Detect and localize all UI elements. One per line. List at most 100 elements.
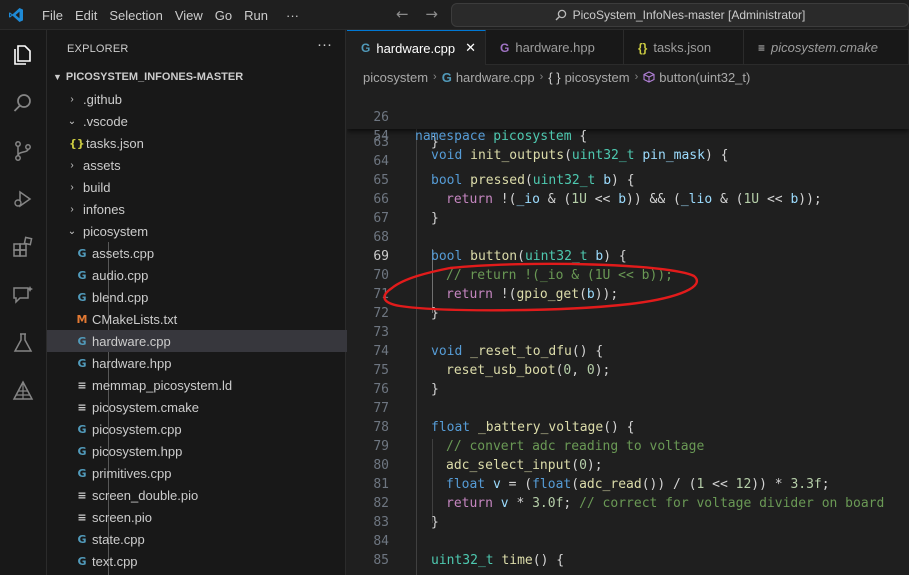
tree-item[interactable]: Ghardware.cpp (47, 330, 373, 352)
breadcrumb-file[interactable]: hardware.cpp (456, 70, 535, 85)
breadcrumb-symbol[interactable]: button(uint32_t) (659, 70, 750, 85)
line-number: 72 (373, 306, 389, 321)
back-arrow-icon[interactable]: ← (396, 5, 409, 23)
line-number: 84 (373, 534, 389, 549)
tree-item[interactable]: {} tasks.json (47, 132, 367, 154)
search-icon (555, 9, 566, 21)
cpp-file-icon: G (441, 69, 452, 85)
tab-hardware-hpp[interactable]: G hardware.hpp (486, 30, 624, 65)
explorer-icon[interactable] (11, 43, 35, 67)
menu-file[interactable]: File (36, 8, 69, 23)
cpp-file-icon: G (77, 356, 87, 370)
deploy-icon[interactable] (11, 379, 35, 403)
code-line: } (431, 306, 439, 321)
tree-item-label: screen_double.pio (92, 487, 199, 503)
tree-item-label: build (83, 179, 111, 195)
cpp-file-icon: G (77, 554, 87, 568)
tree-item[interactable]: Gpicosystem.cpp (47, 418, 373, 440)
tree-item[interactable]: › infones (47, 198, 365, 220)
tree-item[interactable]: ≡ screen.pio (47, 506, 373, 528)
tree-item-label: state.cpp (92, 531, 145, 547)
tree-item[interactable]: ≡ screen_double.pio (47, 484, 373, 506)
cpp-file-icon: G (77, 444, 87, 458)
code-line: float _battery_voltage() { (431, 420, 635, 435)
line-number: 71 (373, 287, 389, 302)
tree-item[interactable]: M CMakeLists.txt (47, 308, 373, 330)
breadcrumb-namespace[interactable]: picosystem (565, 70, 630, 85)
tab-tasks-json[interactable]: {} tasks.json (624, 30, 744, 65)
text-file-icon: ≡ (77, 400, 87, 414)
code-line: return !(gpio_get(b)); (446, 287, 619, 302)
menu-more[interactable]: ··· (280, 8, 305, 23)
extensions-icon[interactable] (11, 235, 35, 259)
code-line: uint32_t time() { (431, 553, 565, 568)
menu-view[interactable]: View (169, 8, 209, 23)
menu-edit[interactable]: Edit (69, 8, 103, 23)
tree-item-label: picosystem.cmake (92, 399, 199, 415)
tab-label: tasks.json (653, 40, 712, 55)
search-icon[interactable] (11, 91, 35, 115)
line-number-current: 69 (373, 249, 389, 264)
line-number: 77 (373, 401, 389, 416)
chevron-right-icon: › (634, 71, 639, 83)
chevron-right-icon: › (70, 159, 74, 171)
tab-picosystem-cmake[interactable]: ≡ picosystem.cmake (744, 30, 909, 65)
tree-item[interactable]: › .github (47, 88, 365, 110)
explorer-title: EXPLORER (67, 43, 129, 55)
editor-tabs: G hardware.cpp ✕ G hardware.hpp {} tasks… (347, 30, 909, 65)
tab-hardware-cpp[interactable]: G hardware.cpp ✕ (347, 30, 486, 65)
code-editor[interactable]: 26 namespace picosystem { 54 void init_o… (347, 89, 909, 575)
line-number: 80 (373, 458, 389, 473)
menu-go[interactable]: Go (209, 8, 238, 23)
menu-selection[interactable]: Selection (103, 8, 168, 23)
run-debug-icon[interactable] (11, 187, 35, 211)
sticky-scroll[interactable]: 26 namespace picosystem { 54 void init_o… (347, 89, 909, 163)
explorer-more-icon[interactable]: ··· (317, 36, 332, 53)
text-file-icon: ≡ (77, 510, 87, 524)
command-center-search[interactable]: PicoSystem_InfoNes-master [Administrator… (451, 3, 909, 27)
code-line: } (431, 382, 439, 397)
text-file-icon: ≡ (77, 488, 87, 502)
forward-arrow-icon[interactable]: → (425, 5, 438, 23)
line-number: 70 (373, 268, 389, 283)
cpp-file-icon: G (77, 246, 87, 260)
breadcrumb-folder[interactable]: picosystem (363, 70, 428, 85)
tree-item-label: picosystem.cpp (92, 421, 182, 437)
close-icon[interactable]: ✕ (465, 40, 476, 56)
tree-item[interactable]: Gblend.cpp (47, 286, 373, 308)
tree-item[interactable]: Ghardware.hpp (47, 352, 373, 374)
tree-item-label: assets (83, 157, 121, 173)
activity-bar (0, 30, 47, 575)
hpp-file-icon: G (500, 40, 510, 55)
tree-item[interactable]: Gassets.cpp (47, 242, 373, 264)
tree-item[interactable]: ≡ memmap_picosystem.ld (47, 374, 373, 396)
tree-item[interactable]: › build (47, 176, 365, 198)
code-line: float v = (float(adc_read()) / (1 << 12)… (446, 477, 830, 492)
tree-item-label: .vscode (83, 113, 128, 129)
code-line: return v * 3.0f; // correct for voltage … (446, 496, 885, 511)
source-control-icon[interactable] (11, 139, 35, 163)
code-line: bool pressed(uint32_t b) { (431, 173, 635, 188)
tree-item-label: audio.cpp (92, 267, 149, 283)
tree-item[interactable]: › assets (47, 154, 365, 176)
testing-flask-icon[interactable] (11, 331, 35, 355)
tree-item[interactable]: Gtext.cpp (47, 550, 373, 572)
cpp-file-icon: G (77, 466, 87, 480)
tree-item-label: picosystem.hpp (92, 443, 183, 459)
tree-item[interactable]: Gprimitives.cpp (47, 462, 373, 484)
remote-chat-icon[interactable] (11, 283, 35, 307)
line-number: 81 (373, 477, 389, 492)
code-line: return !(_io & (1U << b)) && (_lio & (1U… (446, 192, 822, 207)
workspace-root[interactable]: ▼ PICOSYSTEM_INFONES-MASTER (47, 66, 345, 88)
cpp-file-icon: G (77, 334, 87, 348)
line-number: 54 (373, 129, 389, 144)
tree-item[interactable]: Gpicosystem.hpp (47, 440, 373, 462)
code-line: } (431, 211, 439, 226)
tree-item[interactable]: ≡ picosystem.cmake (47, 396, 373, 418)
tree-item[interactable]: Gstate.cpp (47, 528, 373, 550)
cpp-file-icon: G (77, 422, 87, 436)
tree-item[interactable]: ⌄ .vscode (47, 110, 365, 132)
menu-run[interactable]: Run (238, 8, 274, 23)
tree-item[interactable]: Gaudio.cpp (47, 264, 373, 286)
tree-item[interactable]: ⌄ picosystem (47, 220, 365, 242)
